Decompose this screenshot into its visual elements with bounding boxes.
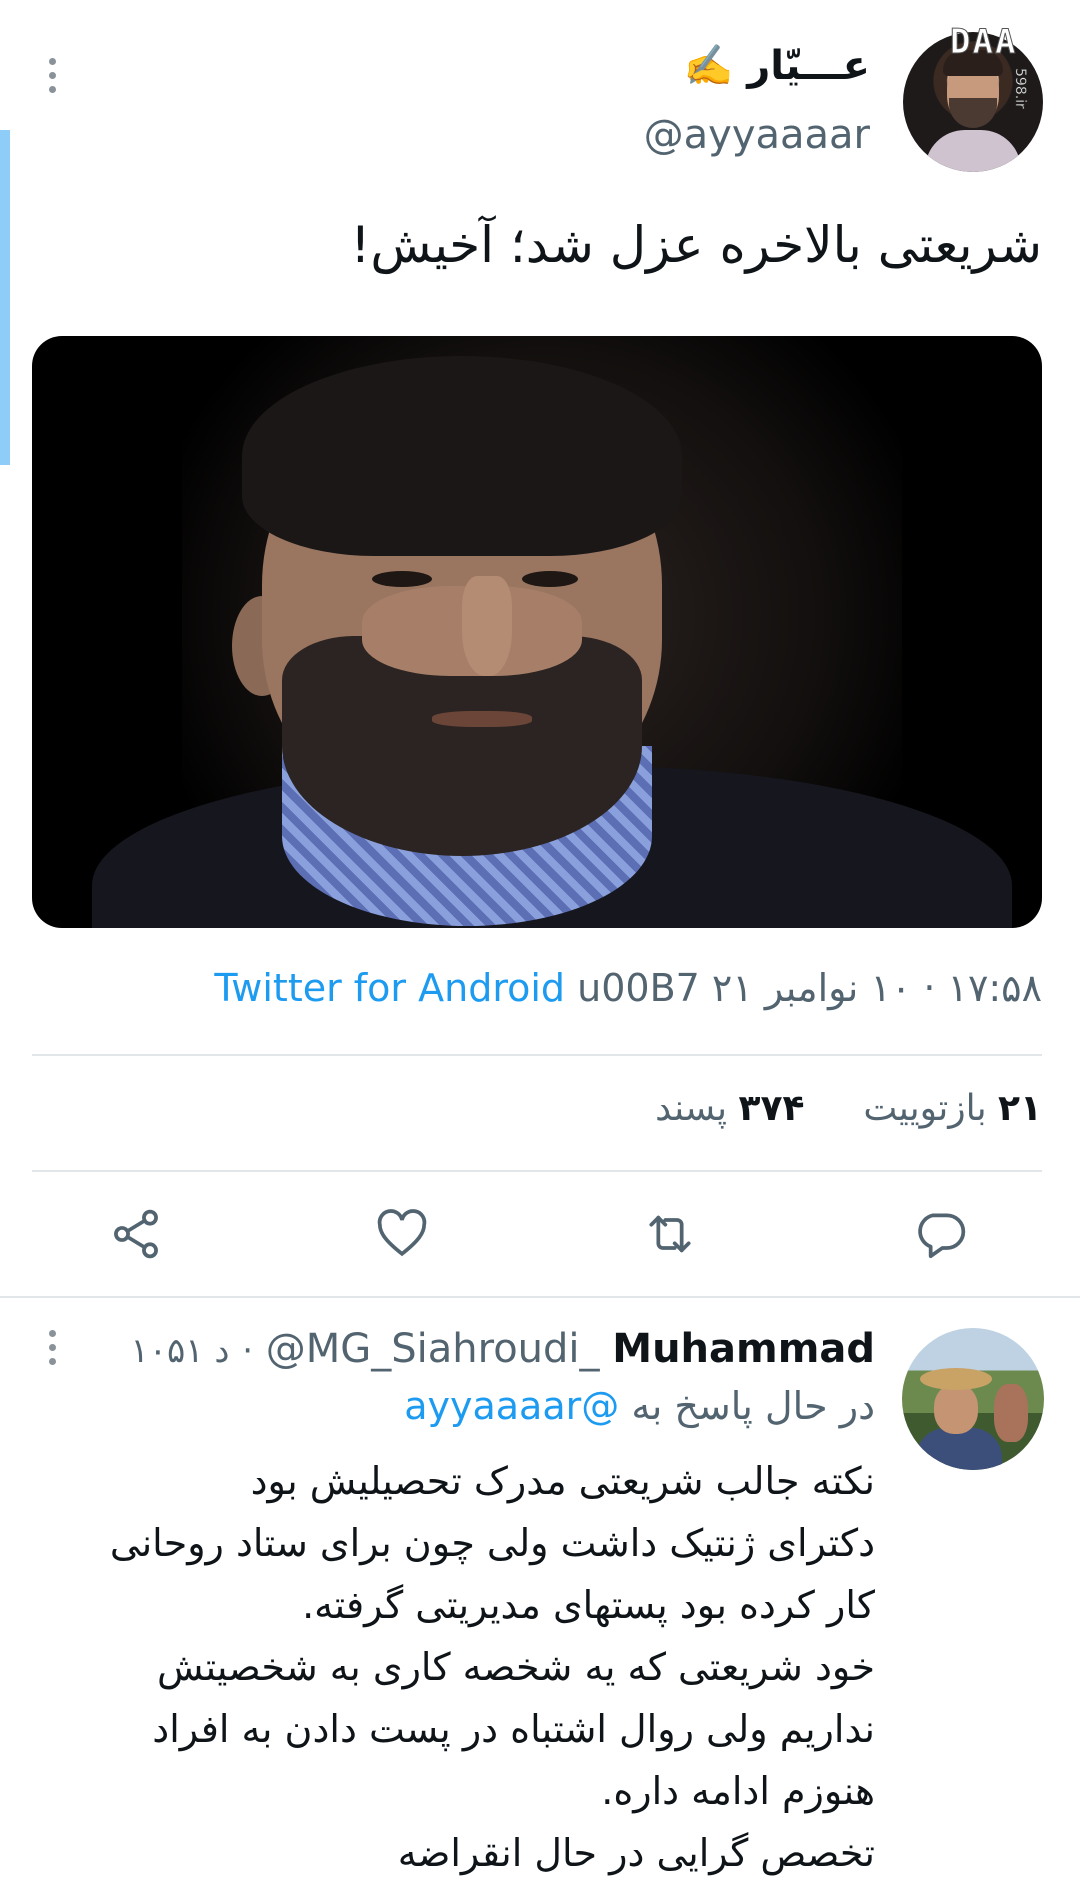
retweets-count[interactable]: ۲۱ [998, 1088, 1042, 1129]
dot-separator: · [242, 1331, 254, 1371]
share-icon[interactable] [108, 1206, 164, 1262]
retweet-icon[interactable] [642, 1206, 698, 1262]
reply-text-line: هنوزم ادامه داره. [601, 1769, 875, 1813]
reply-icon[interactable] [912, 1206, 968, 1262]
reply-author-handle[interactable]: @MG_Siahroudi_ [266, 1326, 600, 1372]
likes-count[interactable]: ۳۷۴ [739, 1088, 805, 1129]
reply-text-line: کار کرده بود پستهای مدیریتی گرفته. [302, 1583, 875, 1627]
replying-to-mention[interactable]: @ayyaaaar [404, 1384, 619, 1428]
thread-accent-bar [0, 130, 10, 465]
watermark-sub: 598.ir [1012, 68, 1029, 109]
reply-more-options-icon[interactable] [44, 1330, 60, 1365]
tweet-meta: Twitter for Android ۱۷:۵۸ · ۱۰ نوامبر ۲۱… [214, 966, 1042, 1010]
author-display-name[interactable]: عـــیّار ✍️ [684, 42, 870, 89]
watermark-logo: DAA [950, 22, 1018, 63]
replying-to-line: در حال پاسخ به @ayyaaaar [404, 1384, 875, 1428]
tweet-photo[interactable] [32, 336, 1042, 928]
divider [32, 1054, 1042, 1056]
reply-text-line: تخصص گرایی در حال انقراضه [397, 1831, 875, 1875]
retweets-label[interactable]: بازتوییت [863, 1088, 986, 1129]
tweet-stats: ۲۱ بازتوییت ۳۷۴ پسند [655, 1088, 1042, 1129]
tweet-source-link[interactable]: Twitter for Android [214, 966, 565, 1010]
more-options-icon[interactable] [44, 58, 60, 93]
reply-header: ۱۰۵۱ د · @MG_Siahroudi_ Muhammad [131, 1326, 875, 1372]
reply-text-line: دکترای ژنتیک داشت ولی چون برای ستاد روحا… [109, 1521, 875, 1565]
reply-time[interactable]: ۱۰۵۱ د [131, 1331, 230, 1371]
divider [32, 1170, 1042, 1172]
tweet-text: شریعتی بالاخره عزل شد؛ آخیش! [350, 216, 1042, 274]
reply-text-line: نکته جالب شریعتی مدرک تحصیلیش بود [250, 1459, 875, 1503]
reply-text: نکته جالب شریعتی مدرک تحصیلیش بود دکترای… [55, 1450, 875, 1884]
likes-label[interactable]: پسند [655, 1088, 727, 1129]
section-divider [0, 1296, 1080, 1298]
reply-text-line: خود شریعتی که یه شخصه کاری به شخصیتش [157, 1645, 875, 1689]
reply-author-avatar[interactable] [902, 1328, 1044, 1470]
reply-text-line: نداریم ولی روال اشتباه در پست دادن به اف… [152, 1707, 875, 1751]
author-handle[interactable]: @ayyaaaar [644, 112, 870, 158]
replying-to-label: در حال پاسخ به [631, 1384, 875, 1428]
like-icon[interactable] [374, 1206, 430, 1262]
tweet-timestamp: ۱۷:۵۸ · ۱۰ نوامبر ۲۱ u00B7 [577, 966, 1042, 1010]
reply-author-name[interactable]: Muhammad [612, 1326, 875, 1372]
